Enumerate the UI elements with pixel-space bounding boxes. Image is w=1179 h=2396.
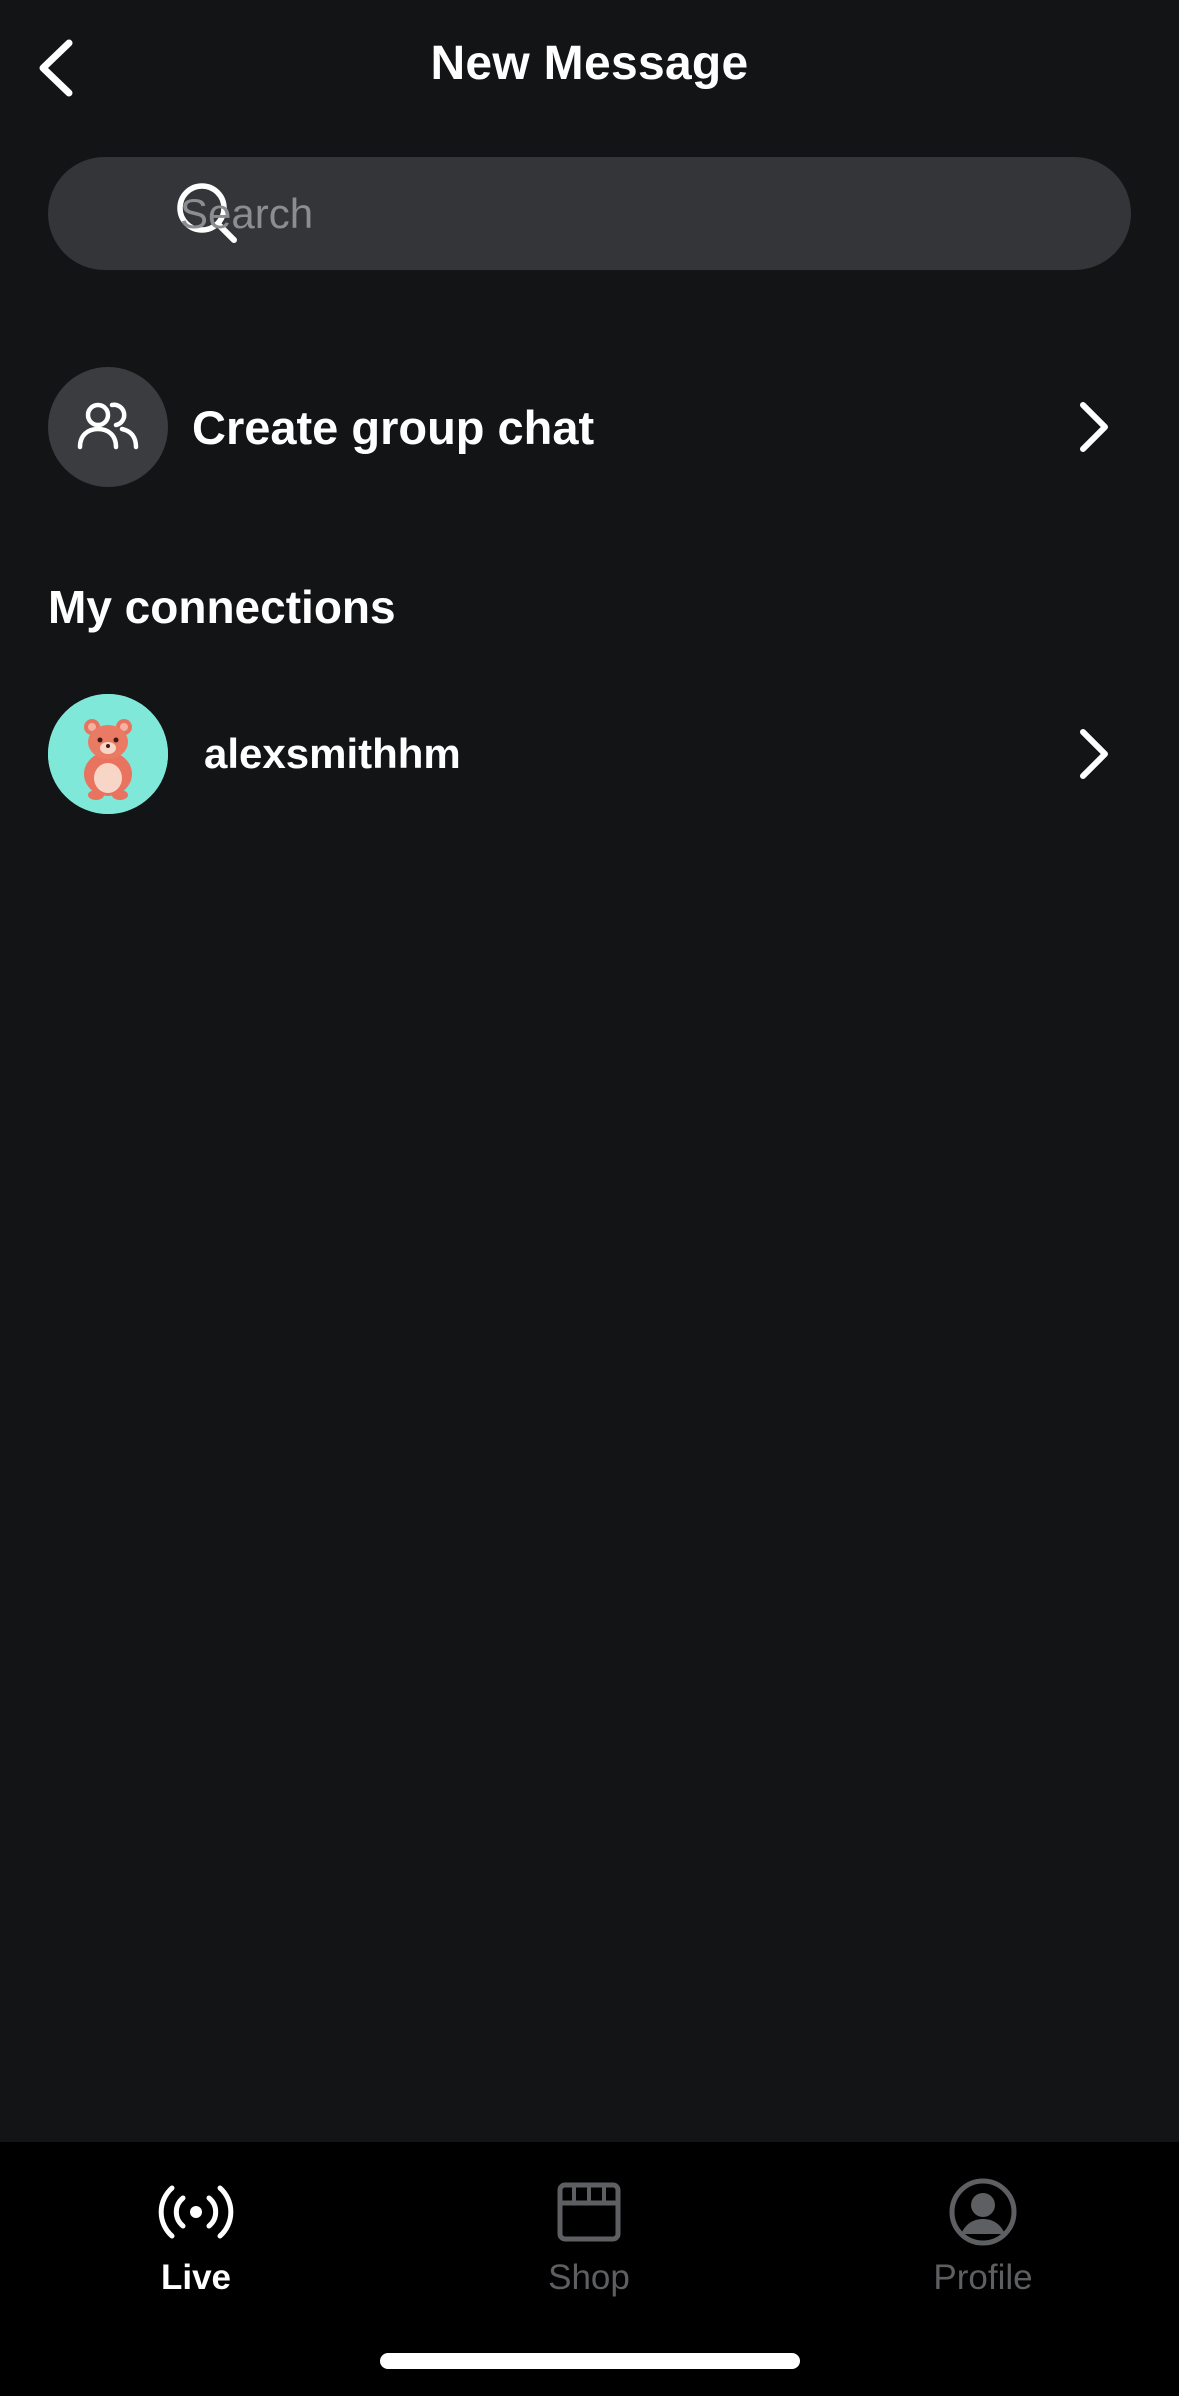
avatar bbox=[48, 694, 168, 814]
new-message-screen: New Message Create group chat My connect… bbox=[0, 0, 1179, 2396]
users-icon bbox=[77, 402, 139, 450]
header: New Message bbox=[0, 0, 1179, 135]
nav-item-profile[interactable]: Profile bbox=[853, 2172, 1113, 2312]
bear-avatar-icon bbox=[48, 694, 168, 814]
connection-username: alexsmithhm bbox=[204, 730, 461, 777]
create-group-chat-row[interactable]: Create group chat bbox=[0, 357, 1179, 497]
nav-item-shop[interactable]: Shop bbox=[459, 2172, 719, 2312]
group-chat-icon-circle bbox=[48, 367, 168, 487]
nav-label-live: Live bbox=[160, 2258, 232, 2297]
live-broadcast-icon bbox=[156, 2172, 236, 2252]
my-connections-heading: My connections bbox=[48, 581, 396, 633]
nav-label-profile: Profile bbox=[933, 2258, 1033, 2297]
page-title: New Message bbox=[430, 37, 749, 90]
storefront-icon bbox=[549, 2172, 629, 2252]
chevron-right-icon bbox=[1080, 402, 1108, 452]
bottom-nav: Live Shop Profile bbox=[0, 2142, 1179, 2396]
create-group-chat-label: Create group chat bbox=[192, 400, 595, 454]
search-bar[interactable] bbox=[48, 157, 1131, 270]
user-circle-icon bbox=[943, 2172, 1023, 2252]
chevron-right-icon bbox=[1080, 729, 1108, 779]
nav-item-live[interactable]: Live bbox=[66, 2172, 326, 2312]
search-input[interactable] bbox=[180, 157, 1080, 270]
connection-row[interactable]: alexsmithhm bbox=[0, 684, 1179, 824]
nav-label-shop: Shop bbox=[548, 2258, 630, 2297]
home-indicator bbox=[380, 2353, 800, 2369]
